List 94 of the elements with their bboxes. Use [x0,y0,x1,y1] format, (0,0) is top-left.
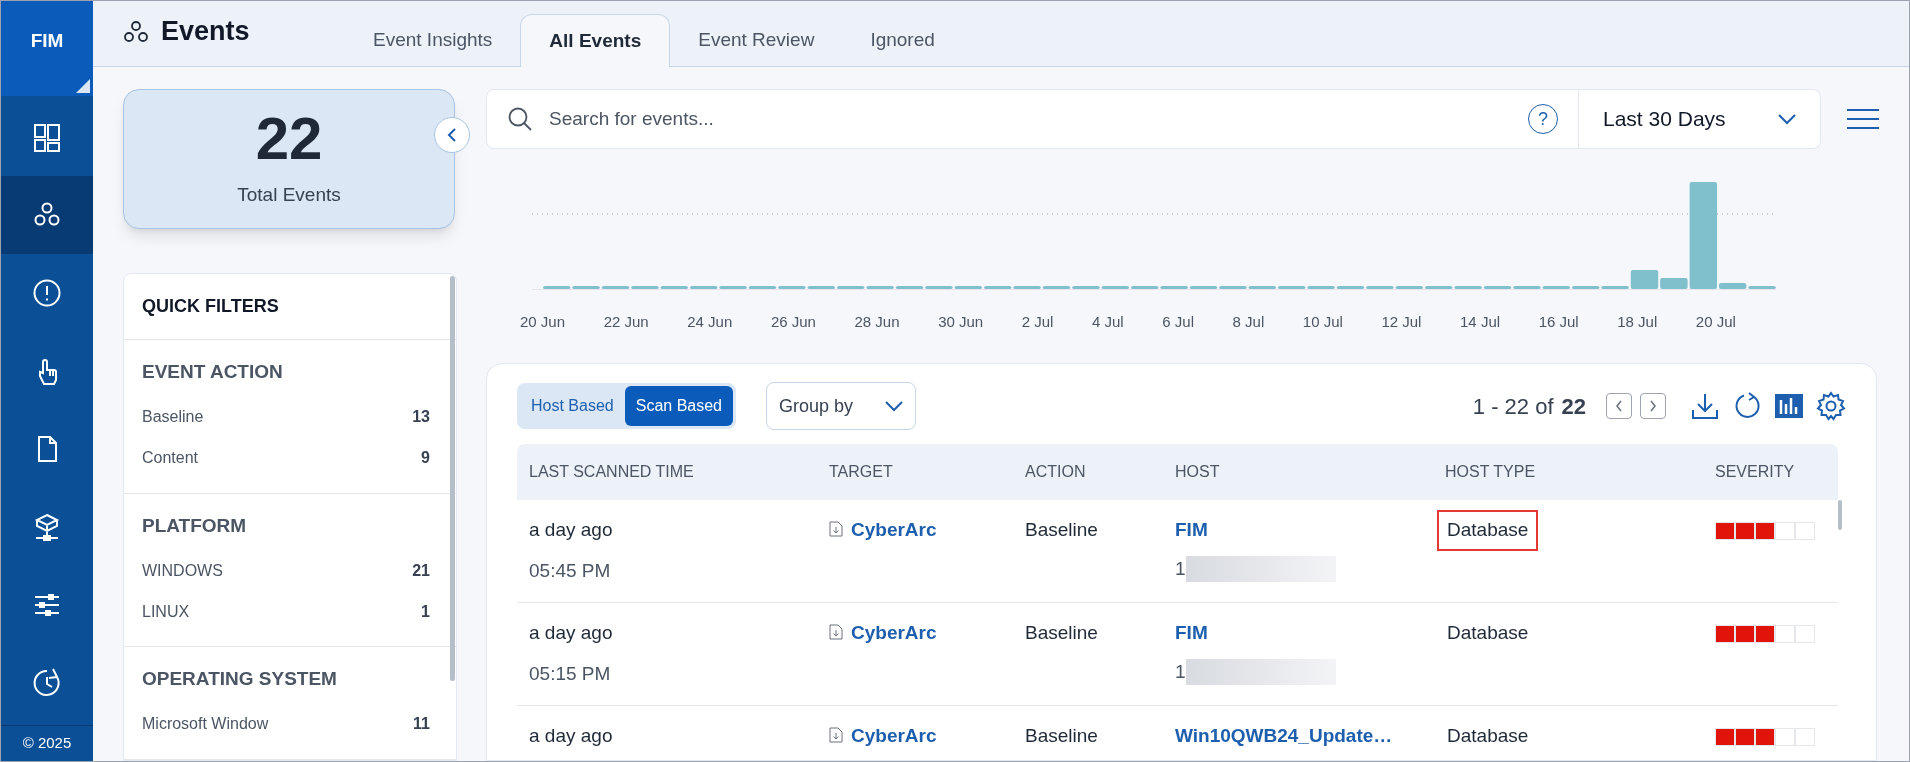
chevron-down-icon [1778,113,1796,125]
next-page-button[interactable] [1640,393,1666,419]
view-option[interactable]: Host Based [520,386,625,426]
clock-icon [32,668,62,698]
chevron-down-icon [885,400,904,412]
axis-label: 18 Jul [1617,312,1658,332]
filter-count: 11 [413,714,430,734]
filter-group-title: PLATFORM [142,513,248,538]
column-header[interactable]: HOST TYPE [1445,463,1536,480]
copyright-text: © 2025 [22,733,72,754]
chevron-right-icon [1649,400,1657,412]
table-cell: Baseline [1025,725,1098,746]
chevron-left-icon [446,127,458,143]
bar-chart-icon[interactable] [1774,393,1804,419]
axis-label: 20 Jun [520,312,566,332]
pagination-range: 1 - 22 of [1472,392,1554,421]
axis-label: 30 Jun [938,312,984,332]
column-header[interactable]: LAST SCANNED TIME [529,463,694,480]
filter-option[interactable]: WINDOWS [142,558,223,583]
download-icon[interactable] [1690,391,1720,421]
column-header[interactable]: HOST [1175,463,1220,480]
view-option[interactable]: Scan Based [624,386,733,426]
axis-label: 6 Jul [1162,312,1194,332]
axis-label: 22 Jun [603,312,649,332]
axis-label: 24 Jun [687,312,733,332]
filter-count: 13 [412,407,430,427]
total-label: Total Events [237,182,341,207]
axis-label: 4 Jul [1092,312,1124,332]
axis-label: 12 Jul [1381,312,1422,332]
table-cell-text: 1 [1175,556,1186,581]
filter-option[interactable]: Microsoft Window [142,712,269,736]
table-cell-text: Database [1446,724,1530,748]
axis-label: 2 Jul [1021,312,1054,332]
dashboard-icon [32,122,62,152]
search-icon [507,106,533,132]
column-header[interactable]: ACTION [1025,463,1086,480]
tab[interactable]: Event Insights [345,14,521,66]
tab[interactable]: All Events [520,14,671,67]
table-cell-text: a day ago [529,724,614,748]
table-cell-text: a day ago [529,621,614,645]
filter-count: 9 [421,448,430,468]
target-link[interactable]: CyberArc [851,516,937,545]
host-link[interactable]: FIM [1175,619,1208,648]
scrollbar-thumb[interactable] [1838,500,1842,530]
events-icon [123,19,149,44]
group-by-dropdown[interactable]: Group by [766,382,917,430]
axis-label: 28 Jun [854,312,900,332]
pagination-total: 22 [1561,392,1586,421]
axis-label: 14 Jul [1460,312,1501,332]
column-header[interactable]: SEVERITY [1715,463,1795,480]
sidebar-item[interactable] [1,176,93,254]
host-link[interactable]: FIM [1175,516,1208,545]
table-cell-text: 1 [1175,659,1186,684]
filter-option[interactable]: Baseline [142,405,204,429]
axis-label: 16 Jul [1538,312,1579,332]
filter-count: 1 [421,601,430,622]
total-count: 22 [255,108,323,169]
file-download-icon [829,727,843,743]
tab[interactable]: Event Review [670,14,843,66]
target-link[interactable]: CyberArc [851,722,937,751]
table-cell: Baseline [1025,519,1098,540]
filter-option[interactable]: Content [142,446,199,470]
filters-title: QUICK FILTERS [142,295,279,318]
table-cell: Database [1437,510,1539,551]
table-cell-text: Database [1446,621,1530,645]
collapse-button[interactable] [434,117,470,153]
axis-label: 10 Jul [1302,312,1343,332]
scrollbar-thumb[interactable] [450,276,455,681]
search-field[interactable]: Search for events... ? [486,89,1579,149]
chevron-left-icon [1615,400,1623,412]
target-link[interactable]: CyberArc [851,619,937,648]
menu-icon[interactable] [1847,108,1879,130]
filter-option[interactable]: LINUX [142,599,190,624]
app-logo: FIM [1,1,93,96]
filter-group-title: OPERATING SYSTEM [142,667,338,691]
host-link[interactable]: Win10QWB24_Update… [1175,722,1393,751]
axis-label: 20 Jul [1695,312,1736,332]
tab[interactable]: Ignored [842,14,963,66]
settings-icon[interactable] [1816,391,1846,421]
file-download-icon [829,521,843,537]
table-cell: Baseline [1025,622,1098,643]
axis-label: 8 Jul [1232,312,1265,332]
table-cell-text: 05:45 PM [529,558,612,583]
filter-group-title: EVENT ACTION [142,360,284,384]
alert-icon [32,278,62,308]
page-title: Events [161,15,250,49]
previous-page-button[interactable] [1606,393,1632,419]
axis-label: 26 Jun [770,312,816,332]
column-header[interactable]: TARGET [829,463,893,480]
table-cell-text: 05:15 PM [529,661,612,686]
file-download-icon [829,624,843,640]
filter-count: 21 [412,560,430,581]
table-cell-text: a day ago [529,518,614,542]
date-range-dropdown[interactable]: Last 30 Days [1579,89,1821,149]
